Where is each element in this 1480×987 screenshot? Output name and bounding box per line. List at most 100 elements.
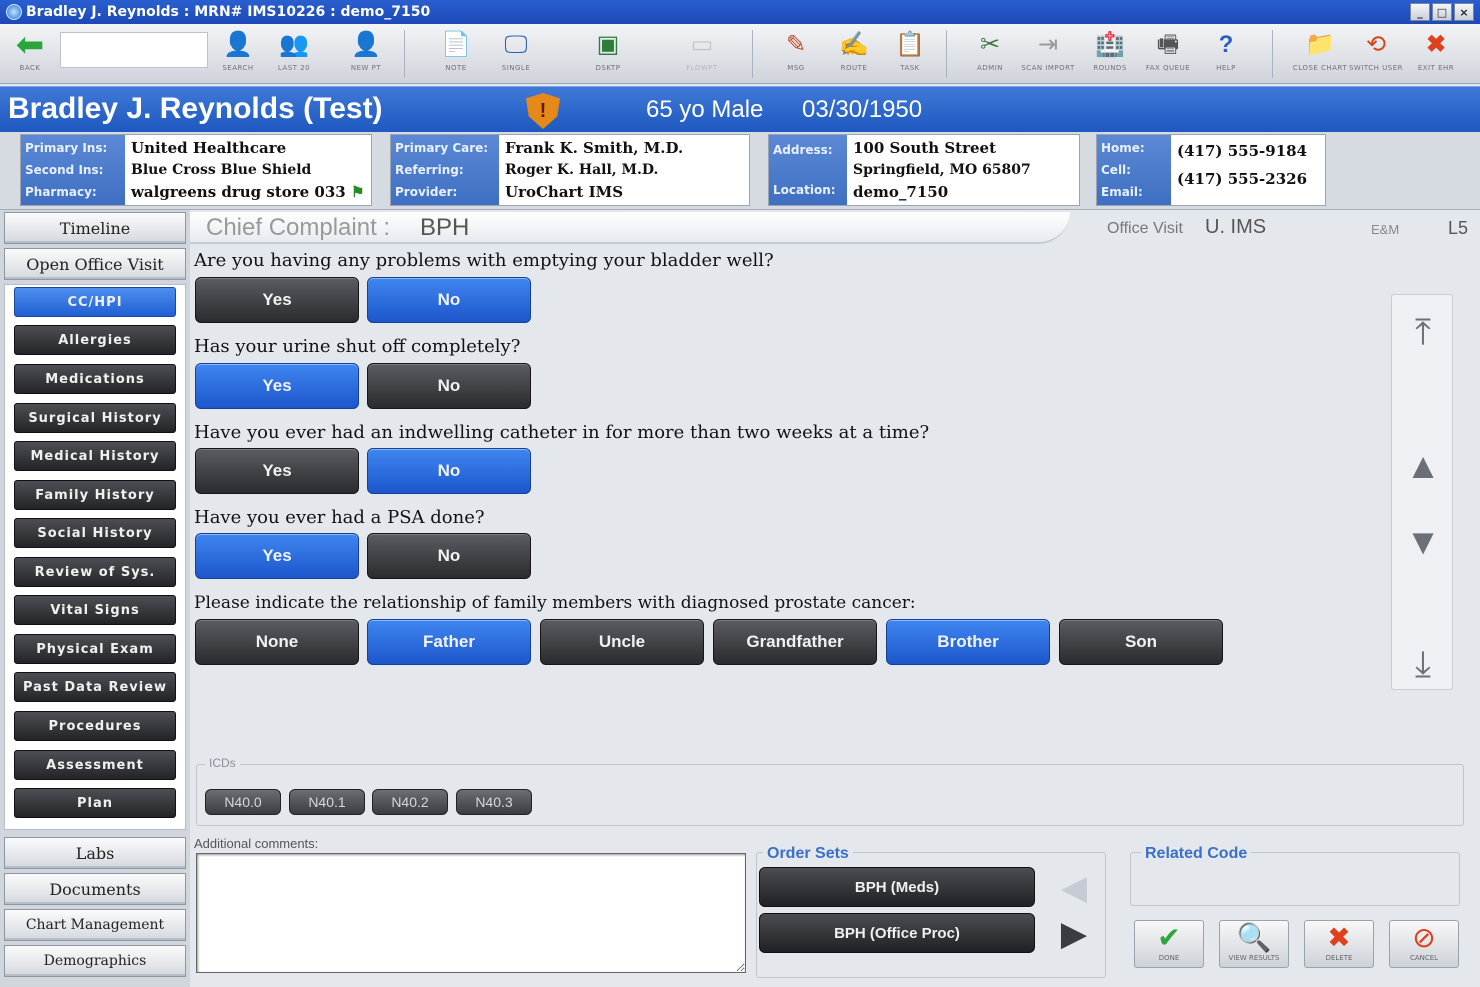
q1-no-button[interactable]: No [367,277,531,323]
view-results-button[interactable]: 🔍 VIEW RESULTS [1219,920,1289,968]
order-set-button[interactable]: BPH (Meds) [759,867,1035,907]
switch-user-button[interactable]: ⟲ SWITCH USER [1349,28,1403,80]
rounds-button[interactable]: 🏥 ROUNDS [1084,28,1136,80]
icd-legend: ICDs [205,756,240,770]
section-physical-exam[interactable]: Physical Exam [14,634,176,664]
section-past-data-review[interactable]: Past Data Review [14,672,176,702]
section-assessment[interactable]: Assessment [14,750,176,780]
task-icon: 📋 [895,31,925,58]
question-4: Have you ever had a PSA done? [194,507,485,528]
section-cc-hpi[interactable]: CC/HPI [14,287,176,317]
note-icon: 📄 [441,31,471,58]
section-family-history[interactable]: Family History [14,480,176,510]
scroll-bottom-icon[interactable]: ⤓ [1406,646,1440,682]
scan-import-button[interactable]: ⇥ SCAN IMPORT [1021,28,1074,80]
question-3: Have you ever had an indwelling catheter… [194,422,930,443]
back-button[interactable]: ⬅ BACK [4,28,56,80]
desktop-icon: ▣ [596,31,620,58]
recent-patients-icon: 👥 [279,31,309,58]
q2-no-button[interactable]: No [367,363,531,409]
q1-yes-button[interactable]: Yes [195,277,359,323]
flow-button[interactable]: ▭ FLOWPT [676,28,728,80]
q3-no-button[interactable]: No [367,448,531,494]
contact-box: Home: Cell: Email: (417) 555-9184 (417) … [1096,134,1326,206]
icd-code-button[interactable]: N40.1 [289,789,365,815]
chief-complaint-header: Chief Complaint : BPH Office Visit U. IM… [190,212,1480,248]
q2-yes-button[interactable]: Yes [195,363,359,409]
route-button[interactable]: ✍ ROUTE [828,28,880,80]
nav-open-office-visit[interactable]: Open Office Visit [4,248,186,280]
order-next-icon[interactable]: ▶ [1057,917,1091,951]
section-social-history[interactable]: Social History [14,518,176,548]
admin-button[interactable]: ✂ ADMIN [964,28,1016,80]
section-procedures[interactable]: Procedures [14,711,176,741]
search-button[interactable]: 👤 SEARCH [212,28,264,80]
nav-chart-management[interactable]: Chart Management [4,909,186,941]
icd-code-button[interactable]: N40.0 [205,789,281,815]
section-medications[interactable]: Medications [14,364,176,394]
nav-timeline[interactable]: Timeline [4,212,186,244]
task-button[interactable]: 📋 TASK [884,28,936,80]
scan-import-icon: ⇥ [1037,31,1059,58]
visit-type: Office Visit [1107,220,1183,237]
home-phone: (417) 555-9184 [1177,142,1308,160]
order-set-button[interactable]: BPH (Office Proc) [759,913,1035,953]
section-vital-signs[interactable]: Vital Signs [14,595,176,625]
last-20-button[interactable]: 👥 LAST 20 [268,28,320,80]
main-toolbar: ⬅ BACK 👤 SEARCH 👥 LAST 20 👤 NEW PT 📄 NOT… [0,24,1480,84]
section-allergies[interactable]: Allergies [14,325,176,355]
scroll-down-icon[interactable]: ▼ [1405,524,1441,560]
chief-complaint-value: BPH [420,214,470,241]
q4-no-button[interactable]: No [367,533,531,579]
q5-son-button[interactable]: Son [1059,619,1223,665]
nav-documents[interactable]: Documents [4,873,186,905]
additional-comments-field[interactable] [196,853,746,973]
section-medical-history[interactable]: Medical History [14,441,176,471]
section-plan[interactable]: Plan [14,788,176,818]
close-icon[interactable]: × [1454,3,1474,21]
pharmacy-flag-icon[interactable]: ⚑ [346,183,364,201]
message-button[interactable]: ✎ MSG [770,28,822,80]
single-monitor-icon: 🖵 [504,31,528,58]
q5-grandfather-button[interactable]: Grandfather [713,619,877,665]
q4-yes-button[interactable]: Yes [195,533,359,579]
scroll-top-icon[interactable]: ⤒ [1406,314,1440,350]
exit-button[interactable]: ✖ EXIT EHR [1410,28,1462,80]
q5-father-button[interactable]: Father [367,619,531,665]
order-prev-icon[interactable]: ◀ [1057,871,1091,905]
delete-button[interactable]: ✖ DELETE [1304,920,1374,968]
minimize-icon[interactable]: _ [1410,3,1430,21]
alert-shield-icon[interactable]: ! [526,93,560,129]
icd-code-button[interactable]: N40.2 [372,789,448,815]
q5-uncle-button[interactable]: Uncle [540,619,704,665]
section-review-of-systems[interactable]: Review of Sys. [14,557,176,587]
q5-brother-button[interactable]: Brother [886,619,1050,665]
maximize-icon[interactable]: □ [1432,3,1452,21]
section-surgical-history[interactable]: Surgical History [14,403,176,433]
additional-comments-label: Additional comments: [194,836,319,851]
fax-queue-icon: 🖷 [1156,31,1180,58]
nav-demographics[interactable]: Demographics [4,945,186,977]
note-button[interactable]: 📄 NOTE [430,28,482,80]
q3-yes-button[interactable]: Yes [195,448,359,494]
toolbar-search-field[interactable] [60,32,208,68]
q5-none-button[interactable]: None [195,619,359,665]
question-2: Has your urine shut off completely? [194,336,521,357]
search-person-icon: 👤 [223,31,253,58]
single-button[interactable]: 🖵 SINGLE [490,28,542,80]
close-chart-button[interactable]: 📁 CLOSE CHART [1293,28,1347,80]
new-patient-button[interactable]: 👤 NEW PT [340,28,392,80]
fax-queue-button[interactable]: 🖷 FAX QUEUE [1142,28,1194,80]
done-button[interactable]: ✔ DONE [1134,920,1204,968]
address-line-2: Springfield, MO 65807 [853,161,1031,178]
help-button[interactable]: ? HELP [1200,28,1252,80]
primary-care: Frank K. Smith, M.D. [505,139,684,158]
icd-code-button[interactable]: N40.3 [456,789,532,815]
em-label: E&M [1371,222,1400,237]
nav-labs[interactable]: Labs [4,837,186,869]
pharmacy: walgreens drug store 033 ⚑ [131,182,365,201]
desktop-button[interactable]: ▣ DSKTP [582,28,634,80]
chief-complaint-label: Chief Complaint : [206,214,391,241]
cancel-button[interactable]: ⊘ CANCEL [1389,920,1459,968]
scroll-up-icon[interactable]: ▲ [1405,448,1441,484]
